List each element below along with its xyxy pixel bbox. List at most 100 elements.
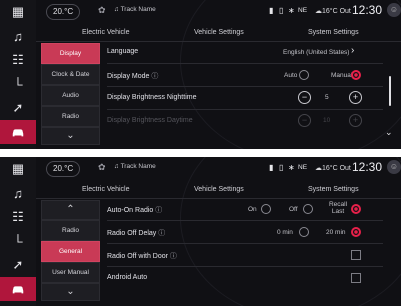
submenu-clock-date[interactable]: Clock & Date [41,64,100,85]
outside-temp: ☁16°C Out [315,7,351,15]
car-icon[interactable] [0,277,36,301]
settings-tabs: Electric Vehicle Vehicle Settings System… [36,27,401,42]
row-language[interactable]: Language English (United States) › [107,43,383,64]
row-brightness-day: Display Brightness Daytime − 10 + [107,112,383,132]
outside-temp-suffix: Out [339,165,351,172]
submenu-scroll-down-button[interactable]: ⌄ [41,127,100,145]
climate-temp: 20.°C [53,164,74,173]
tab-vehicle-settings[interactable]: Vehicle Settings [194,186,244,193]
chevron-right-icon[interactable]: › [351,45,354,56]
now-playing[interactable]: ♫ Track Name [114,6,156,13]
navigation-icon[interactable]: ➚ [0,96,36,120]
weather-icon: ☁ [315,165,322,172]
apps-icon[interactable]: ▦ [0,0,36,24]
car-icon-glyph [12,129,24,137]
info-icon[interactable]: ⓘ [155,207,162,214]
on-radio[interactable] [261,204,271,214]
scroll-down-icon[interactable]: ⌄ [385,127,393,138]
submenu-scroll-up-button[interactable]: ⌃ [41,200,100,220]
submenu-radio[interactable]: Radio [41,220,100,241]
info-icon[interactable]: ⓘ [158,230,165,237]
car-icon[interactable] [0,120,36,144]
divider [0,149,401,157]
fan-icon[interactable]: ✿ [98,5,106,16]
info-icon[interactable]: ⓘ [151,73,158,80]
radio-icon[interactable]: ☷ [0,48,36,72]
tab-electric-vehicle[interactable]: Electric Vehicle [82,186,129,193]
climate-temp: 20.°C [53,7,74,16]
brightness-day-label: Display Brightness Daytime [107,117,193,124]
row-display-mode: Display Mode ⓘ Auto Manual [107,66,383,87]
apps-icon[interactable]: ▦ [0,157,36,181]
weather-icon: ☁ [315,8,322,15]
android-auto-checkbox[interactable] [351,273,361,283]
bluetooth-icon: ∗ [288,163,295,172]
manual-radio[interactable] [351,70,361,80]
submenu-user-manual[interactable]: User Manual [41,262,100,283]
status-bar: 20.°C ✿ ♫ Track Name ▮ ▯ ∗ NE ☁16°C Out … [36,0,401,22]
left-rail: ▦ ♫ ☷ └ ➚ [0,157,36,306]
radio-off-delay-label: Radio Off Delay ⓘ [107,228,165,238]
tab-system-settings[interactable]: System Settings [308,29,359,36]
radio-off-door-label: Radio Off with Door ⓘ [107,251,177,261]
outside-temp-suffix: Out [339,8,351,15]
submenu-general[interactable]: General [41,241,100,262]
brightness-night-decrease-button[interactable]: − [298,91,311,104]
tab-vehicle-settings[interactable]: Vehicle Settings [194,29,244,36]
brightness-day-value: 10 [323,117,331,124]
car-icon-glyph [12,286,24,294]
status-bar: 20.°C ✿ ♫ Track Name ▮ ▯ ∗ NE ☁16°C Out … [36,157,401,179]
network-label: NE [298,7,308,14]
climate-temp-button[interactable]: 20.°C [46,161,81,177]
outside-temp: ☁16°C Out [315,164,351,172]
navigation-icon[interactable]: ➚ [0,253,36,277]
auto-on-radio-label: Auto-On Radio ⓘ [107,205,162,215]
zero-min-option-label: 0 min [277,229,293,236]
now-playing[interactable]: ♫ Track Name [114,163,156,170]
settings-panel-general: ▦ ♫ ☷ └ ➚ 20.°C ✿ ♫ Track Name ▮ ▯ ∗ NE … [0,157,401,306]
brightness-night-increase-button[interactable]: + [349,91,362,104]
language-value: English (United States) [283,49,350,56]
phone-status-icon: ▯ [279,6,284,15]
clock: 12:30 [352,160,383,174]
brightness-night-value: 5 [325,94,329,101]
radio-off-door-checkbox[interactable] [351,250,361,260]
submenu-display[interactable]: Display [41,43,100,64]
twenty-min-radio[interactable] [351,227,361,237]
off-option-label: Off [289,206,298,213]
tab-system-settings[interactable]: System Settings [308,186,359,193]
manual-option-label: Manual [331,72,353,79]
on-option-label: On [248,206,257,213]
signal-icon: ▮ [269,6,274,15]
brightness-day-increase-button[interactable]: + [349,114,362,127]
auto-on-radio-text: Auto-On Radio [107,207,154,214]
phone-icon[interactable]: └ [0,72,36,96]
submenu-audio[interactable]: Audio [41,85,100,106]
off-radio[interactable] [303,204,313,214]
brightness-day-decrease-button[interactable]: − [298,114,311,127]
row-brightness-night: Display Brightness Nighttime − 5 + [107,89,383,110]
auto-option-label: Auto [284,72,298,79]
display-mode-label: Display Mode ⓘ [107,71,158,81]
info-icon[interactable]: ⓘ [170,253,177,260]
radio-icon[interactable]: ☷ [0,205,36,229]
display-mode-text: Display Mode [107,73,150,80]
profile-avatar[interactable]: ☺ [387,3,401,17]
twenty-min-option-label: 20 min [326,229,346,236]
fan-icon[interactable]: ✿ [98,162,106,173]
scrollbar[interactable] [389,76,391,106]
settings-panel-display: ▦ ♫ ☷ └ ➚ 20.°C ✿ ♫ Track Name ▮ ▯ ∗ NE … [0,0,401,149]
auto-radio[interactable] [299,70,309,80]
recall-last-radio[interactable] [351,204,361,214]
music-icon[interactable]: ♫ [0,181,36,205]
submenu-radio[interactable]: Radio [41,106,100,127]
profile-avatar[interactable]: ☺ [387,160,401,174]
phone-status-icon: ▯ [279,163,284,172]
settings-tabs: Electric Vehicle Vehicle Settings System… [36,184,401,199]
zero-min-radio[interactable] [299,227,309,237]
tab-electric-vehicle[interactable]: Electric Vehicle [82,29,129,36]
music-icon[interactable]: ♫ [0,24,36,48]
phone-icon[interactable]: └ [0,229,36,253]
climate-temp-button[interactable]: 20.°C [46,4,81,20]
submenu-scroll-down-button[interactable]: ⌄ [41,283,100,301]
